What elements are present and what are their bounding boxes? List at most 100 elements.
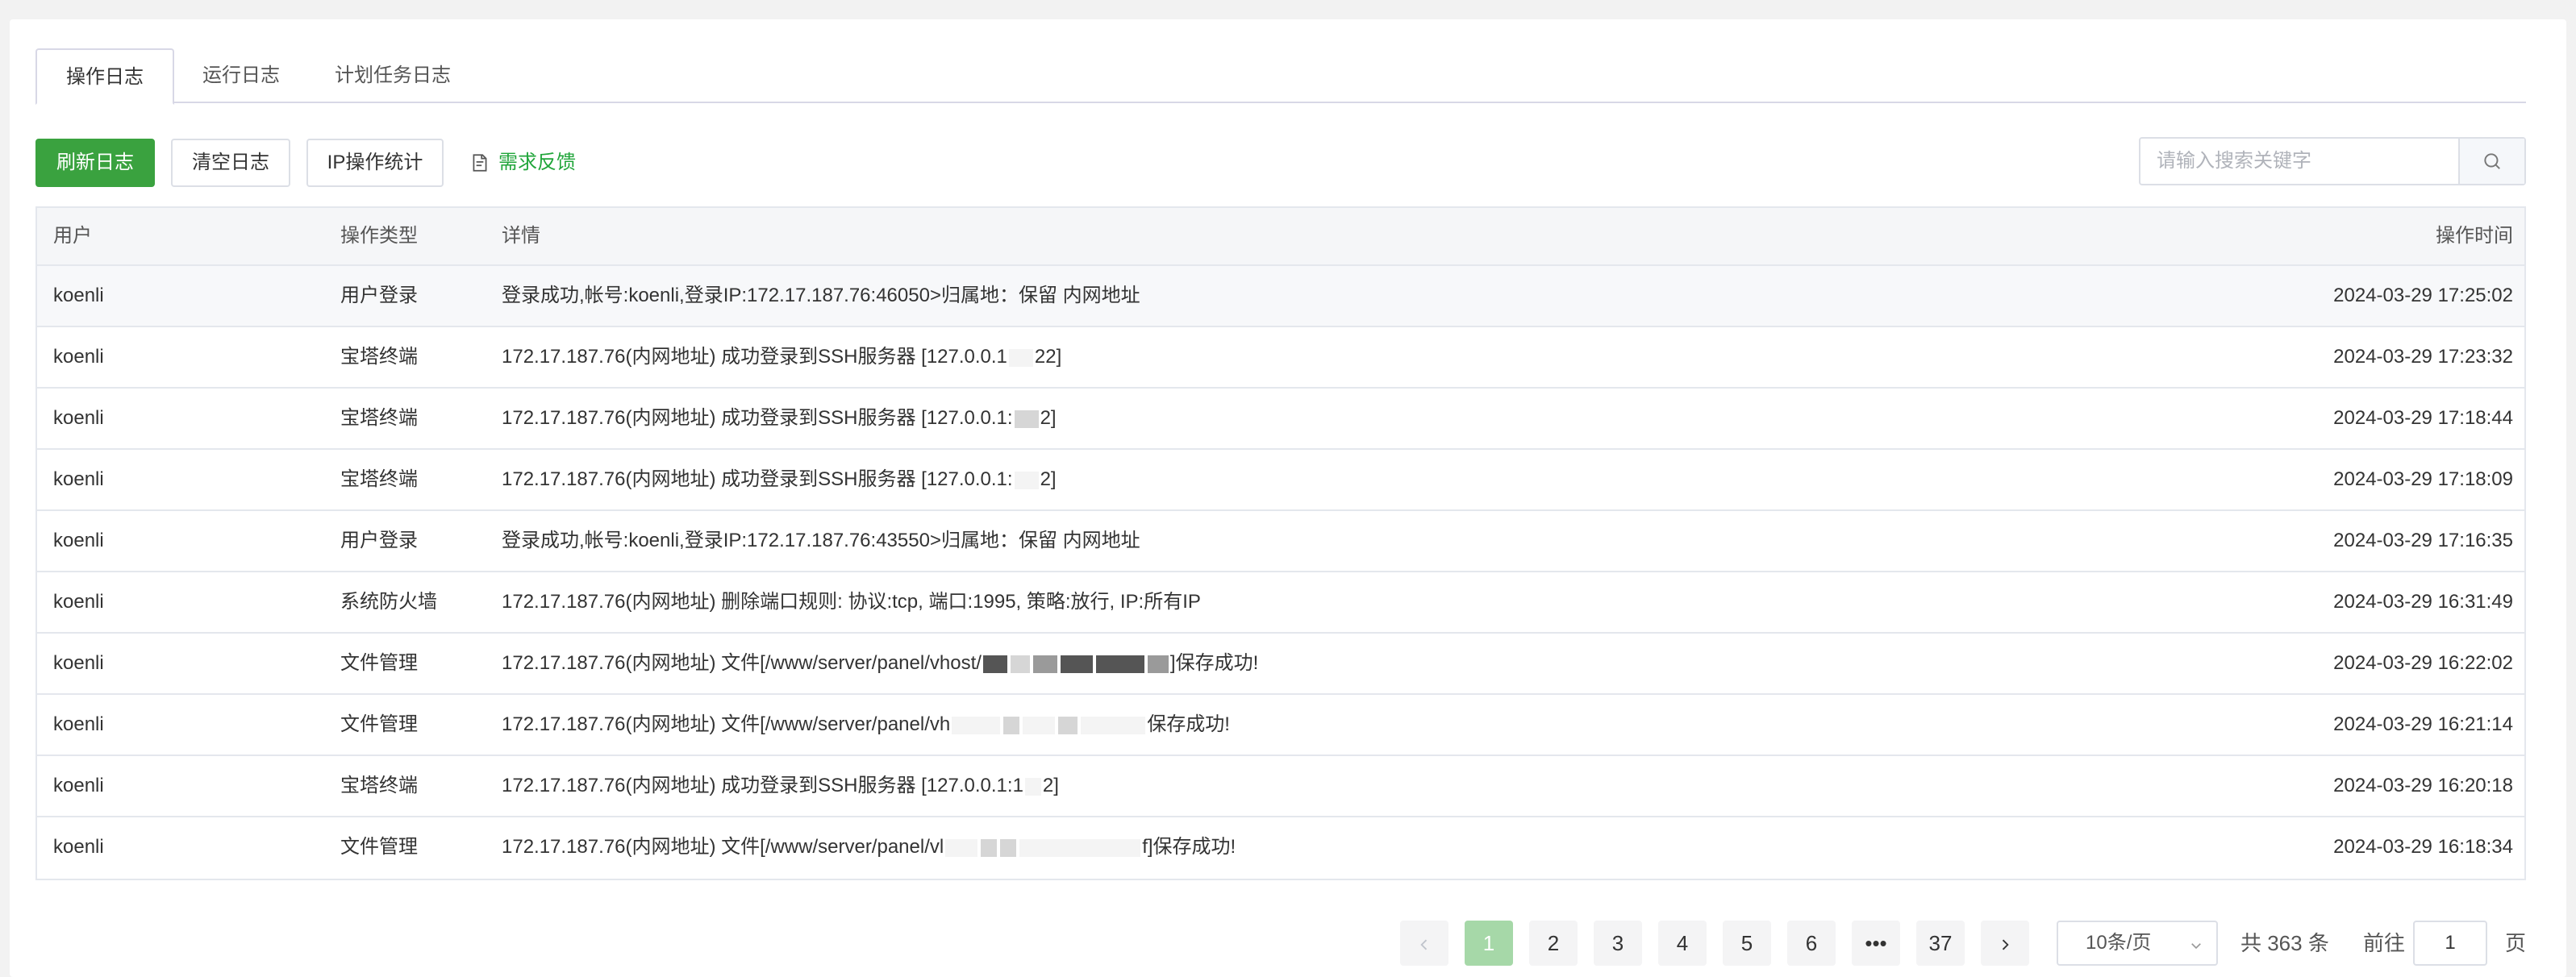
row-user: koenli bbox=[53, 652, 104, 674]
header-time[interactable]: 操作时间 bbox=[2436, 208, 2513, 264]
refresh-log-button[interactable]: 刷新日志 bbox=[35, 139, 155, 187]
row-type: 宝塔终端 bbox=[340, 775, 418, 796]
table-row[interactable]: koenli 文件管理 172.17.187.76(内网地址) 文件[/www/… bbox=[37, 695, 2524, 756]
table-row[interactable]: koenli 文件管理 172.17.187.76(内网地址) 文件[/www/… bbox=[37, 817, 2524, 879]
row-time: 2024-03-29 17:16:35 bbox=[2333, 530, 2513, 551]
row-type: 文件管理 bbox=[340, 652, 418, 674]
table-header: 用户 操作类型 详情 操作时间 bbox=[37, 208, 2524, 266]
redacted-block bbox=[1008, 348, 1033, 367]
redacted-block bbox=[952, 716, 1001, 734]
prev-page-button[interactable] bbox=[1400, 921, 1448, 966]
operation-log-table: 用户 操作类型 详情 操作时间 koenli 用户登录 登录成功,帐号:koen… bbox=[35, 206, 2526, 880]
table-row[interactable]: koenli 宝塔终端 172.17.187.76(内网地址) 成功登录到SSH… bbox=[37, 756, 2524, 817]
row-detail: 172.17.187.76(内网地址) 成功登录到SSH服务器 [127.0.0… bbox=[502, 346, 1062, 368]
row-detail: 172.17.187.76(内网地址) 文件[/www/server/panel… bbox=[502, 652, 1259, 674]
ip-stats-button[interactable]: IP操作统计 bbox=[306, 139, 444, 187]
table-row[interactable]: koenli 用户登录 登录成功,帐号:koenli,登录IP:172.17.1… bbox=[37, 266, 2524, 327]
row-detail: 登录成功,帐号:koenli,登录IP:172.17.187.76:46050>… bbox=[502, 285, 1140, 306]
chevron-right-icon bbox=[2002, 939, 2009, 950]
redacted-block bbox=[1060, 655, 1093, 673]
redacted-block bbox=[1081, 716, 1146, 734]
redacted-block bbox=[1147, 655, 1169, 673]
row-time: 2024-03-29 16:18:34 bbox=[2333, 836, 2513, 858]
row-type: 系统防火墙 bbox=[340, 591, 437, 613]
row-user: koenli bbox=[53, 530, 104, 551]
row-type: 文件管理 bbox=[340, 713, 418, 735]
row-type: 宝塔终端 bbox=[340, 346, 418, 368]
total-count: 共 363 条 bbox=[2240, 931, 2329, 955]
redacted-block bbox=[1000, 838, 1017, 857]
row-user: koenli bbox=[53, 468, 104, 490]
redacted-block bbox=[1019, 838, 1141, 857]
tab-operation-log[interactable]: 操作日志 bbox=[35, 48, 174, 105]
goto-prefix: 前往 bbox=[2363, 931, 2406, 955]
page-size-select[interactable]: 10条/页 bbox=[2057, 921, 2218, 966]
page-button-3[interactable]: 3 bbox=[1594, 921, 1642, 966]
redacted-block bbox=[982, 655, 1007, 673]
page-button-4[interactable]: 4 bbox=[1658, 921, 1707, 966]
chevron-down-icon bbox=[2191, 943, 2201, 950]
page-size-value: 10条/页 bbox=[2086, 932, 2152, 954]
feedback-label: 需求反馈 bbox=[498, 152, 576, 173]
row-time: 2024-03-29 16:31:49 bbox=[2333, 591, 2513, 613]
page-button-5[interactable]: 5 bbox=[1723, 921, 1771, 966]
row-user: koenli bbox=[53, 713, 104, 735]
redacted-block bbox=[1058, 716, 1078, 734]
feedback-link[interactable]: 需求反馈 bbox=[469, 139, 576, 187]
row-detail: 172.17.187.76(内网地址) 成功登录到SSH服务器 [127.0.0… bbox=[502, 775, 1059, 796]
clear-log-button[interactable]: 清空日志 bbox=[171, 139, 290, 187]
row-detail: 172.17.187.76(内网地址) 删除端口规则: 协议:tcp, 端口:1… bbox=[502, 591, 1201, 613]
table-row[interactable]: koenli 文件管理 172.17.187.76(内网地址) 文件[/www/… bbox=[37, 634, 2524, 695]
row-time: 2024-03-29 17:18:44 bbox=[2333, 407, 2513, 429]
page-button-6[interactable]: 6 bbox=[1787, 921, 1836, 966]
page-button-37[interactable]: 37 bbox=[1916, 921, 1965, 966]
redacted-block bbox=[1014, 471, 1039, 489]
row-type: 宝塔终端 bbox=[340, 407, 418, 429]
row-user: koenli bbox=[53, 591, 104, 613]
row-type: 用户登录 bbox=[340, 530, 418, 551]
row-detail: 登录成功,帐号:koenli,登录IP:172.17.187.76:43550>… bbox=[502, 530, 1140, 551]
table-row[interactable]: koenli 系统防火墙 172.17.187.76(内网地址) 删除端口规则:… bbox=[37, 572, 2524, 634]
tab-run-log[interactable]: 运行日志 bbox=[174, 48, 308, 103]
row-user: koenli bbox=[53, 775, 104, 796]
row-type: 文件管理 bbox=[340, 836, 418, 858]
table-row[interactable]: koenli 宝塔终端 172.17.187.76(内网地址) 成功登录到SSH… bbox=[37, 450, 2524, 511]
row-user: koenli bbox=[53, 836, 104, 858]
row-time: 2024-03-29 16:21:14 bbox=[2333, 713, 2513, 735]
redacted-block bbox=[945, 838, 978, 857]
search-button[interactable] bbox=[2458, 139, 2524, 184]
table-row[interactable]: koenli 宝塔终端 172.17.187.76(内网地址) 成功登录到SSH… bbox=[37, 389, 2524, 450]
row-type: 宝塔终端 bbox=[340, 468, 418, 490]
log-panel: 操作日志 运行日志 计划任务日志 刷新日志 清空日志 IP操作统计 需求反馈 用… bbox=[10, 19, 2566, 977]
row-time: 2024-03-29 16:20:18 bbox=[2333, 775, 2513, 796]
table-row[interactable]: koenli 宝塔终端 172.17.187.76(内网地址) 成功登录到SSH… bbox=[37, 327, 2524, 389]
goto-page-input[interactable] bbox=[2413, 921, 2487, 966]
row-detail: 172.17.187.76(内网地址) 文件[/www/server/panel… bbox=[502, 836, 1236, 858]
redacted-block bbox=[981, 838, 998, 857]
redacted-block bbox=[1023, 716, 1056, 734]
next-page-button[interactable] bbox=[1981, 921, 2029, 966]
row-time: 2024-03-29 17:18:09 bbox=[2333, 468, 2513, 490]
redacted-block bbox=[1095, 655, 1144, 673]
search-input[interactable] bbox=[2140, 139, 2458, 184]
chevron-left-icon bbox=[1420, 939, 1428, 950]
redacted-block bbox=[1010, 655, 1030, 673]
row-type: 用户登录 bbox=[340, 285, 418, 306]
row-time: 2024-03-29 17:23:32 bbox=[2333, 346, 2513, 368]
tab-cron-log[interactable]: 计划任务日志 bbox=[308, 48, 477, 103]
header-detail: 详情 bbox=[502, 225, 540, 247]
row-user: koenli bbox=[53, 346, 104, 368]
page-button-2[interactable]: 2 bbox=[1529, 921, 1578, 966]
redacted-block bbox=[1014, 410, 1039, 428]
row-detail: 172.17.187.76(内网地址) 文件[/www/server/panel… bbox=[502, 713, 1230, 735]
redacted-block bbox=[1032, 655, 1057, 673]
row-time: 2024-03-29 17:25:02 bbox=[2333, 285, 2513, 306]
header-type: 操作类型 bbox=[340, 225, 418, 247]
edit-note-icon bbox=[473, 154, 487, 172]
more-pages-button[interactable]: ••• bbox=[1852, 921, 1900, 966]
log-tabs: 操作日志 运行日志 计划任务日志 bbox=[35, 48, 2526, 105]
page-button-1[interactable]: 1 bbox=[1465, 921, 1513, 966]
table-row[interactable]: koenli 用户登录 登录成功,帐号:koenli,登录IP:172.17.1… bbox=[37, 511, 2524, 572]
redacted-block bbox=[1024, 777, 1041, 796]
row-time: 2024-03-29 16:22:02 bbox=[2333, 652, 2513, 674]
